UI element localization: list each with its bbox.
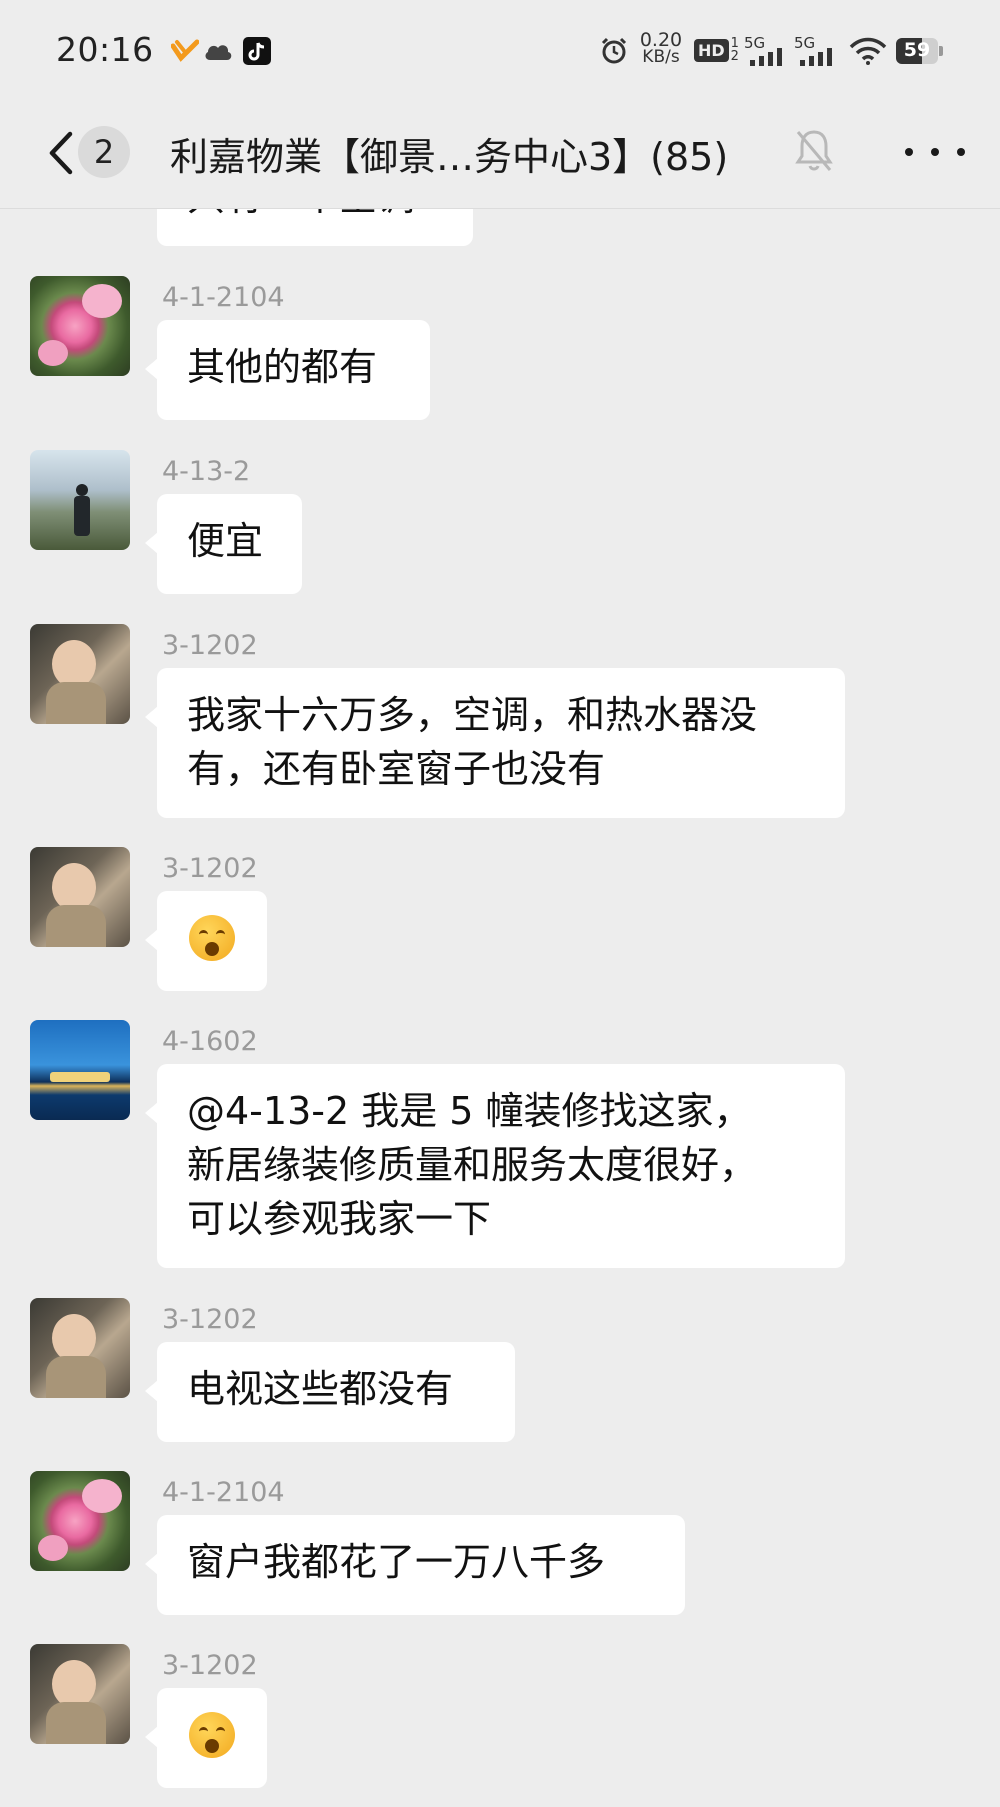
message-bubble[interactable]: 我家十六万多，空调，和热水器没 有，还有卧室窗子也没有: [145, 668, 845, 818]
unread-count-badge[interactable]: 2: [78, 126, 130, 178]
sender-name: 3-1202: [162, 1304, 258, 1335]
avatar[interactable]: [30, 1020, 130, 1120]
sender-name: 4-13-2: [162, 456, 251, 487]
status-time: 20:16: [56, 30, 154, 69]
avatar[interactable]: [30, 1644, 130, 1744]
message-bubble[interactable]: 窗户我都花了一万八千多: [145, 1515, 685, 1615]
message-bubble[interactable]: 便宜: [145, 494, 302, 594]
mute-bell-icon: [792, 126, 836, 174]
chat-area[interactable]: 只有一个空调 4-1-2104 其他的都有 4-13-2 便宜 3-1202: [0, 0, 1000, 1807]
battery-icon: 59: [896, 38, 944, 64]
message-bubble[interactable]: [145, 1688, 267, 1788]
avatar[interactable]: [30, 450, 130, 550]
sender-name: 4-1-2104: [162, 1477, 285, 1508]
status-bar: 20:16 0.20 KB/s HD 1 2 5G 5G 59: [0, 0, 1000, 100]
sender-name: 4-1-2104: [162, 282, 285, 313]
signal-2-icon: 5G: [794, 34, 838, 68]
yawn-emoji-icon: [189, 915, 235, 961]
avatar[interactable]: [30, 1298, 130, 1398]
wifi-icon: [848, 34, 888, 68]
message-bubble[interactable]: 其他的都有: [145, 320, 430, 420]
avatar[interactable]: [30, 1471, 130, 1571]
avatar[interactable]: [30, 847, 130, 947]
avatar[interactable]: [30, 276, 130, 376]
notification-app-icon: [170, 34, 200, 68]
cloud-icon: [202, 34, 234, 68]
message-bubble[interactable]: [145, 891, 267, 991]
sender-name: 3-1202: [162, 1650, 258, 1681]
dot-icon: [957, 148, 965, 156]
message-bubble[interactable]: @4-13-2 我是 5 幢装修找这家， 新居缘装修质量和服务太度很好， 可以参…: [145, 1064, 845, 1268]
chat-header: 利嘉物業【御景…务中心3】(85): [0, 100, 1000, 209]
hd-indicator: HD 1 2: [694, 36, 739, 64]
signal-1-icon: 5G: [744, 34, 788, 68]
dot-icon: [931, 148, 939, 156]
yawn-emoji-icon: [189, 1712, 235, 1758]
tiktok-icon: [242, 34, 272, 68]
network-speed: 0.20 KB/s: [639, 29, 683, 67]
alarm-icon: [598, 34, 630, 68]
message-bubble[interactable]: 电视这些都没有: [145, 1342, 515, 1442]
avatar[interactable]: [30, 624, 130, 724]
more-options-button[interactable]: [905, 130, 965, 174]
sender-name: 3-1202: [162, 630, 258, 661]
sender-name: 3-1202: [162, 853, 258, 884]
chat-title[interactable]: 利嘉物業【御景…务中心3】(85): [170, 126, 728, 181]
dot-icon: [905, 148, 913, 156]
sender-name: 4-1602: [162, 1026, 258, 1057]
